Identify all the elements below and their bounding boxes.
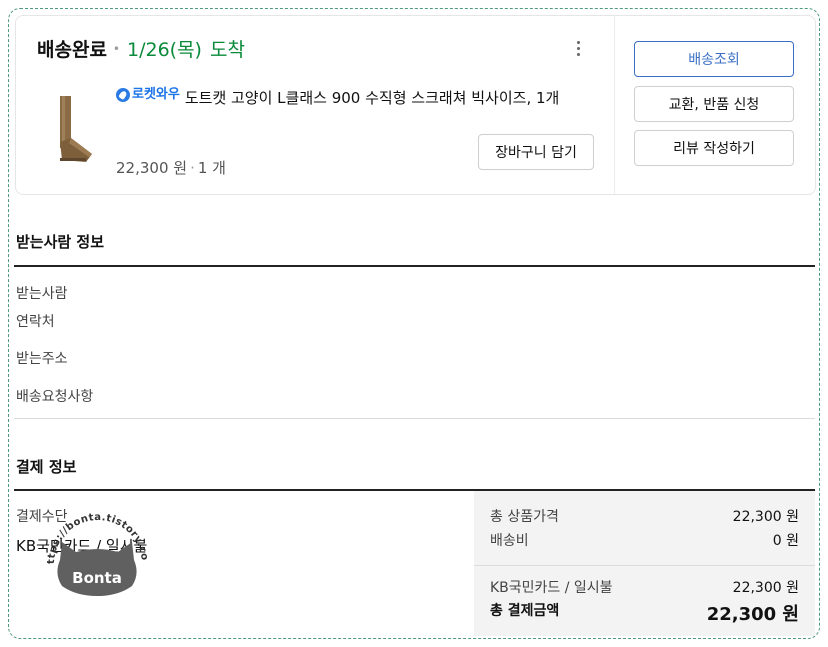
delivery-request-label: 배송요청사항: [16, 389, 94, 405]
product-info: 로켓와우 도트캣 고양이 L클래스 900 수직형 스크래쳐 빅사이즈, 1개: [116, 83, 596, 110]
exchange-return-button[interactable]: 교환, 반품 신청: [634, 86, 794, 122]
watermark-name: Bonta: [72, 569, 122, 587]
product-image[interactable]: [52, 94, 96, 164]
rocket-icon: [116, 88, 130, 102]
total-payment-row: 총 결제금액 22,300 원: [490, 600, 799, 626]
product-name: 도트캣 고양이 L클래스 900 수직형 스크래쳐 빅사이즈, 1개: [184, 89, 560, 107]
recipient-divider: [14, 265, 815, 267]
recipient-bottom-divider: [14, 418, 815, 419]
product-price-line: 22,300 원 · 1 개: [116, 157, 226, 178]
arrival-date: 1/26(목): [127, 39, 202, 61]
recipient-section-title: 받는사람 정보: [16, 233, 105, 251]
rocket-badge: 로켓와우: [116, 83, 180, 107]
card-payment-value: 22,300 원: [732, 580, 799, 596]
track-delivery-button[interactable]: 배송조회: [634, 41, 794, 77]
status-label: 배송완료: [37, 39, 107, 61]
card-payment-row: KB국민카드 / 일시불 22,300 원: [490, 577, 799, 597]
total-payment-label: 총 결제금액: [490, 603, 560, 619]
order-details: 배송완료 • 1/26(목) 도착 로켓와우 도트캣 고양이 L클래스 900 …: [16, 16, 614, 194]
total-payment-value: 22,300 원: [706, 604, 799, 625]
total-product-price-label: 총 상품가격: [490, 509, 559, 525]
total-product-price-value: 22,300 원: [732, 509, 799, 525]
recipient-address-label: 받는주소: [16, 351, 68, 367]
kebab-menu-icon[interactable]: [569, 38, 587, 60]
add-to-cart-button[interactable]: 장바구니 담기: [478, 134, 594, 170]
payment-summary: 총 상품가격 22,300 원 배송비 0 원 KB국민카드 / 일시불 22,…: [474, 491, 815, 636]
card-payment-label: KB국민카드 / 일시불: [490, 580, 613, 596]
order-actions: 배송조회 교환, 반품 신청 리뷰 작성하기: [614, 16, 815, 194]
recipient-name-label: 받는사람: [16, 286, 68, 302]
bonta-watermark-logo: https://bonta.tistory.com Bonta: [38, 502, 149, 596]
arrival-label: 도착: [209, 39, 245, 61]
rocket-badge-label: 로켓와우: [132, 87, 180, 102]
order-card: 배송완료 • 1/26(목) 도착 로켓와우 도트캣 고양이 L클래스 900 …: [15, 15, 816, 195]
shipping-fee-label: 배송비: [490, 533, 529, 549]
status-separator: •: [112, 42, 120, 56]
write-review-button[interactable]: 리뷰 작성하기: [634, 130, 794, 166]
price-separator: ·: [190, 159, 195, 177]
recipient-phone-label: 연락처: [16, 314, 55, 330]
product-price: 22,300 원: [116, 159, 188, 177]
payment-section-title: 결제 정보: [16, 458, 77, 476]
delivery-status: 배송완료 • 1/26(목) 도착: [37, 35, 245, 62]
payment-summary-divider: [474, 565, 815, 566]
shipping-fee-value: 0 원: [772, 533, 799, 549]
total-product-price-row: 총 상품가격 22,300 원: [490, 506, 799, 526]
product-quantity: 1 개: [197, 159, 226, 177]
shipping-fee-row: 배송비 0 원: [490, 530, 799, 550]
product-title[interactable]: 로켓와우 도트캣 고양이 L클래스 900 수직형 스크래쳐 빅사이즈, 1개: [116, 83, 596, 110]
